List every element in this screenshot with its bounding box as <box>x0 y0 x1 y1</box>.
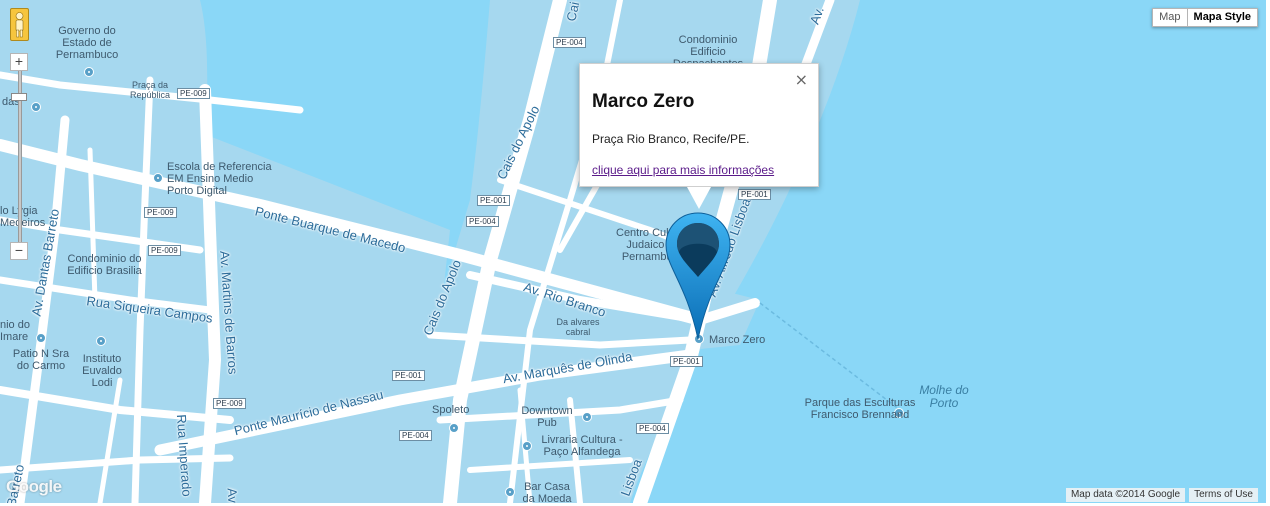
terms-of-use-link[interactable]: Terms of Use <box>1189 488 1258 502</box>
route-shield: PE-009 <box>177 88 210 99</box>
google-logo[interactable]: Google <box>6 477 62 497</box>
map-marker-icon[interactable] <box>664 211 732 341</box>
info-window-address: Praça Rio Branco, Recife/PE. <box>592 132 750 146</box>
water-label: Molhe do Porto <box>919 383 969 410</box>
route-shield: PE-004 <box>553 37 586 48</box>
poi-label: Patio N Sra do Carmo <box>12 348 70 372</box>
poi-label: Governo do Estado de Pernambuco <box>55 25 119 61</box>
zoom-out-button[interactable]: − <box>10 242 28 260</box>
info-window-link[interactable]: clique aqui para mais informações <box>592 163 774 177</box>
route-shield: PE-004 <box>466 216 499 227</box>
route-shield: PE-009 <box>213 398 246 409</box>
poi-icon <box>84 67 94 77</box>
poi-label: Instituto Euvaldo Lodi <box>82 353 122 389</box>
restaurant-icon <box>449 423 459 433</box>
street-label: Av <box>224 487 241 503</box>
info-window: × Marco Zero Praça Rio Branco, Recife/PE… <box>579 63 819 209</box>
zoom-in-button[interactable]: + <box>10 53 28 71</box>
map-type-control: Map Mapa Style <box>1152 8 1258 27</box>
poi-label: Condominio do Edificio Brasilia <box>67 253 142 277</box>
poi-icon <box>31 102 41 112</box>
route-shield: PE-009 <box>148 245 181 256</box>
route-shield: PE-001 <box>670 356 703 367</box>
bar-icon <box>505 487 515 497</box>
close-icon[interactable]: × <box>795 72 808 88</box>
bar-icon <box>582 412 592 422</box>
route-shield: PE-004 <box>399 430 432 441</box>
poi-label: Praça da República <box>130 80 171 100</box>
poi-label: Livraria Cultura - Paço Alfandega <box>541 434 623 458</box>
route-shield: PE-004 <box>636 423 669 434</box>
info-window-title: Marco Zero <box>592 91 695 112</box>
route-shield: PE-001 <box>392 370 425 381</box>
map-type-map-button[interactable]: Map <box>1153 9 1186 26</box>
poi-label: Downtown Pub <box>521 405 573 429</box>
poi-label: Bar Casa da Moeda <box>522 481 572 503</box>
poi-icon <box>36 333 46 343</box>
poi-icon <box>153 173 163 183</box>
bookstore-icon <box>522 441 532 451</box>
poi-label: nio do Imare <box>0 319 30 343</box>
poi-label: Escola de Referencia EM Ensino Medio Por… <box>167 161 272 197</box>
route-shield: PE-009 <box>144 207 177 218</box>
poi-label: Da alvares cabral <box>556 317 600 337</box>
map-canvas[interactable]: PE-004 PE-009 PE-001 PE-004 PE-009 PE-00… <box>0 0 1266 503</box>
info-window-tail <box>687 187 711 209</box>
poi-icon <box>96 336 106 346</box>
map-footer: Map data ©2014 Google Terms of Use <box>1065 488 1258 502</box>
map-type-style-button[interactable]: Mapa Style <box>1186 9 1257 26</box>
route-shield: PE-001 <box>477 195 510 206</box>
zoom-slider-thumb[interactable] <box>11 93 27 101</box>
poi-label: Spoleto <box>432 404 470 416</box>
map-data-attribution: Map data ©2014 Google <box>1065 488 1186 502</box>
pegman-icon[interactable] <box>10 8 29 41</box>
